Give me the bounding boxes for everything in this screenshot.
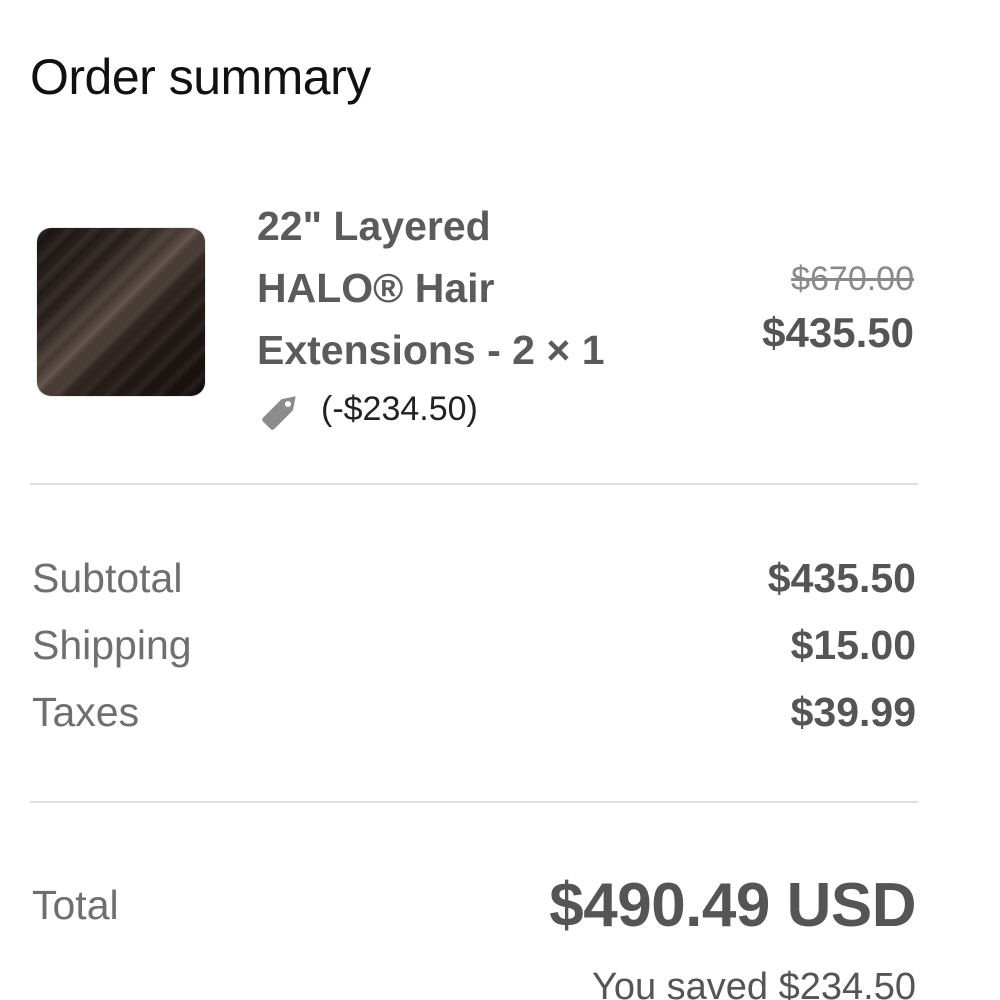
taxes-label: Taxes — [32, 688, 140, 735]
shipping-label: Shipping — [32, 621, 192, 668]
price-column: $670.00 $435.50 — [762, 255, 914, 363]
discount-amount: (-$234.50) — [321, 389, 478, 428]
price-tag-icon — [262, 396, 296, 430]
product-name-line-3: Extensions - 2 × 1 — [257, 327, 605, 373]
total-value: $490.49 USD — [549, 870, 916, 940]
order-summary-panel: Order summary 22" Layered HALO® Hair Ext… — [0, 0, 1000, 1000]
shipping-row: Shipping $15.00 — [32, 615, 916, 675]
divider — [30, 801, 918, 803]
product-name: 22" Layered HALO® Hair Extensions - 2 × … — [257, 195, 677, 381]
subtotal-label: Subtotal — [32, 554, 183, 601]
total-label: Total — [32, 881, 119, 928]
product-name-line-1: 22" Layered — [257, 203, 491, 249]
product-thumbnail — [37, 228, 205, 396]
taxes-value: $39.99 — [790, 688, 916, 735]
order-summary-title: Order summary — [30, 49, 371, 105]
subtotal-value: $435.50 — [767, 554, 916, 601]
line-item: 22" Layered HALO® Hair Extensions - 2 × … — [0, 195, 1000, 455]
original-price: $670.00 — [791, 260, 914, 298]
subtotal-row: Subtotal $435.50 — [32, 548, 916, 608]
savings-text: You saved $234.50 — [591, 966, 916, 1000]
product-name-line-2: HALO® Hair — [257, 265, 495, 311]
shipping-value: $15.00 — [790, 621, 916, 668]
discounted-price: $435.50 — [762, 309, 914, 356]
total-row: Total $490.49 USD — [32, 865, 916, 945]
divider — [30, 483, 918, 485]
discount-line: (-$234.50) — [257, 383, 478, 435]
taxes-row: Taxes $39.99 — [32, 682, 916, 742]
